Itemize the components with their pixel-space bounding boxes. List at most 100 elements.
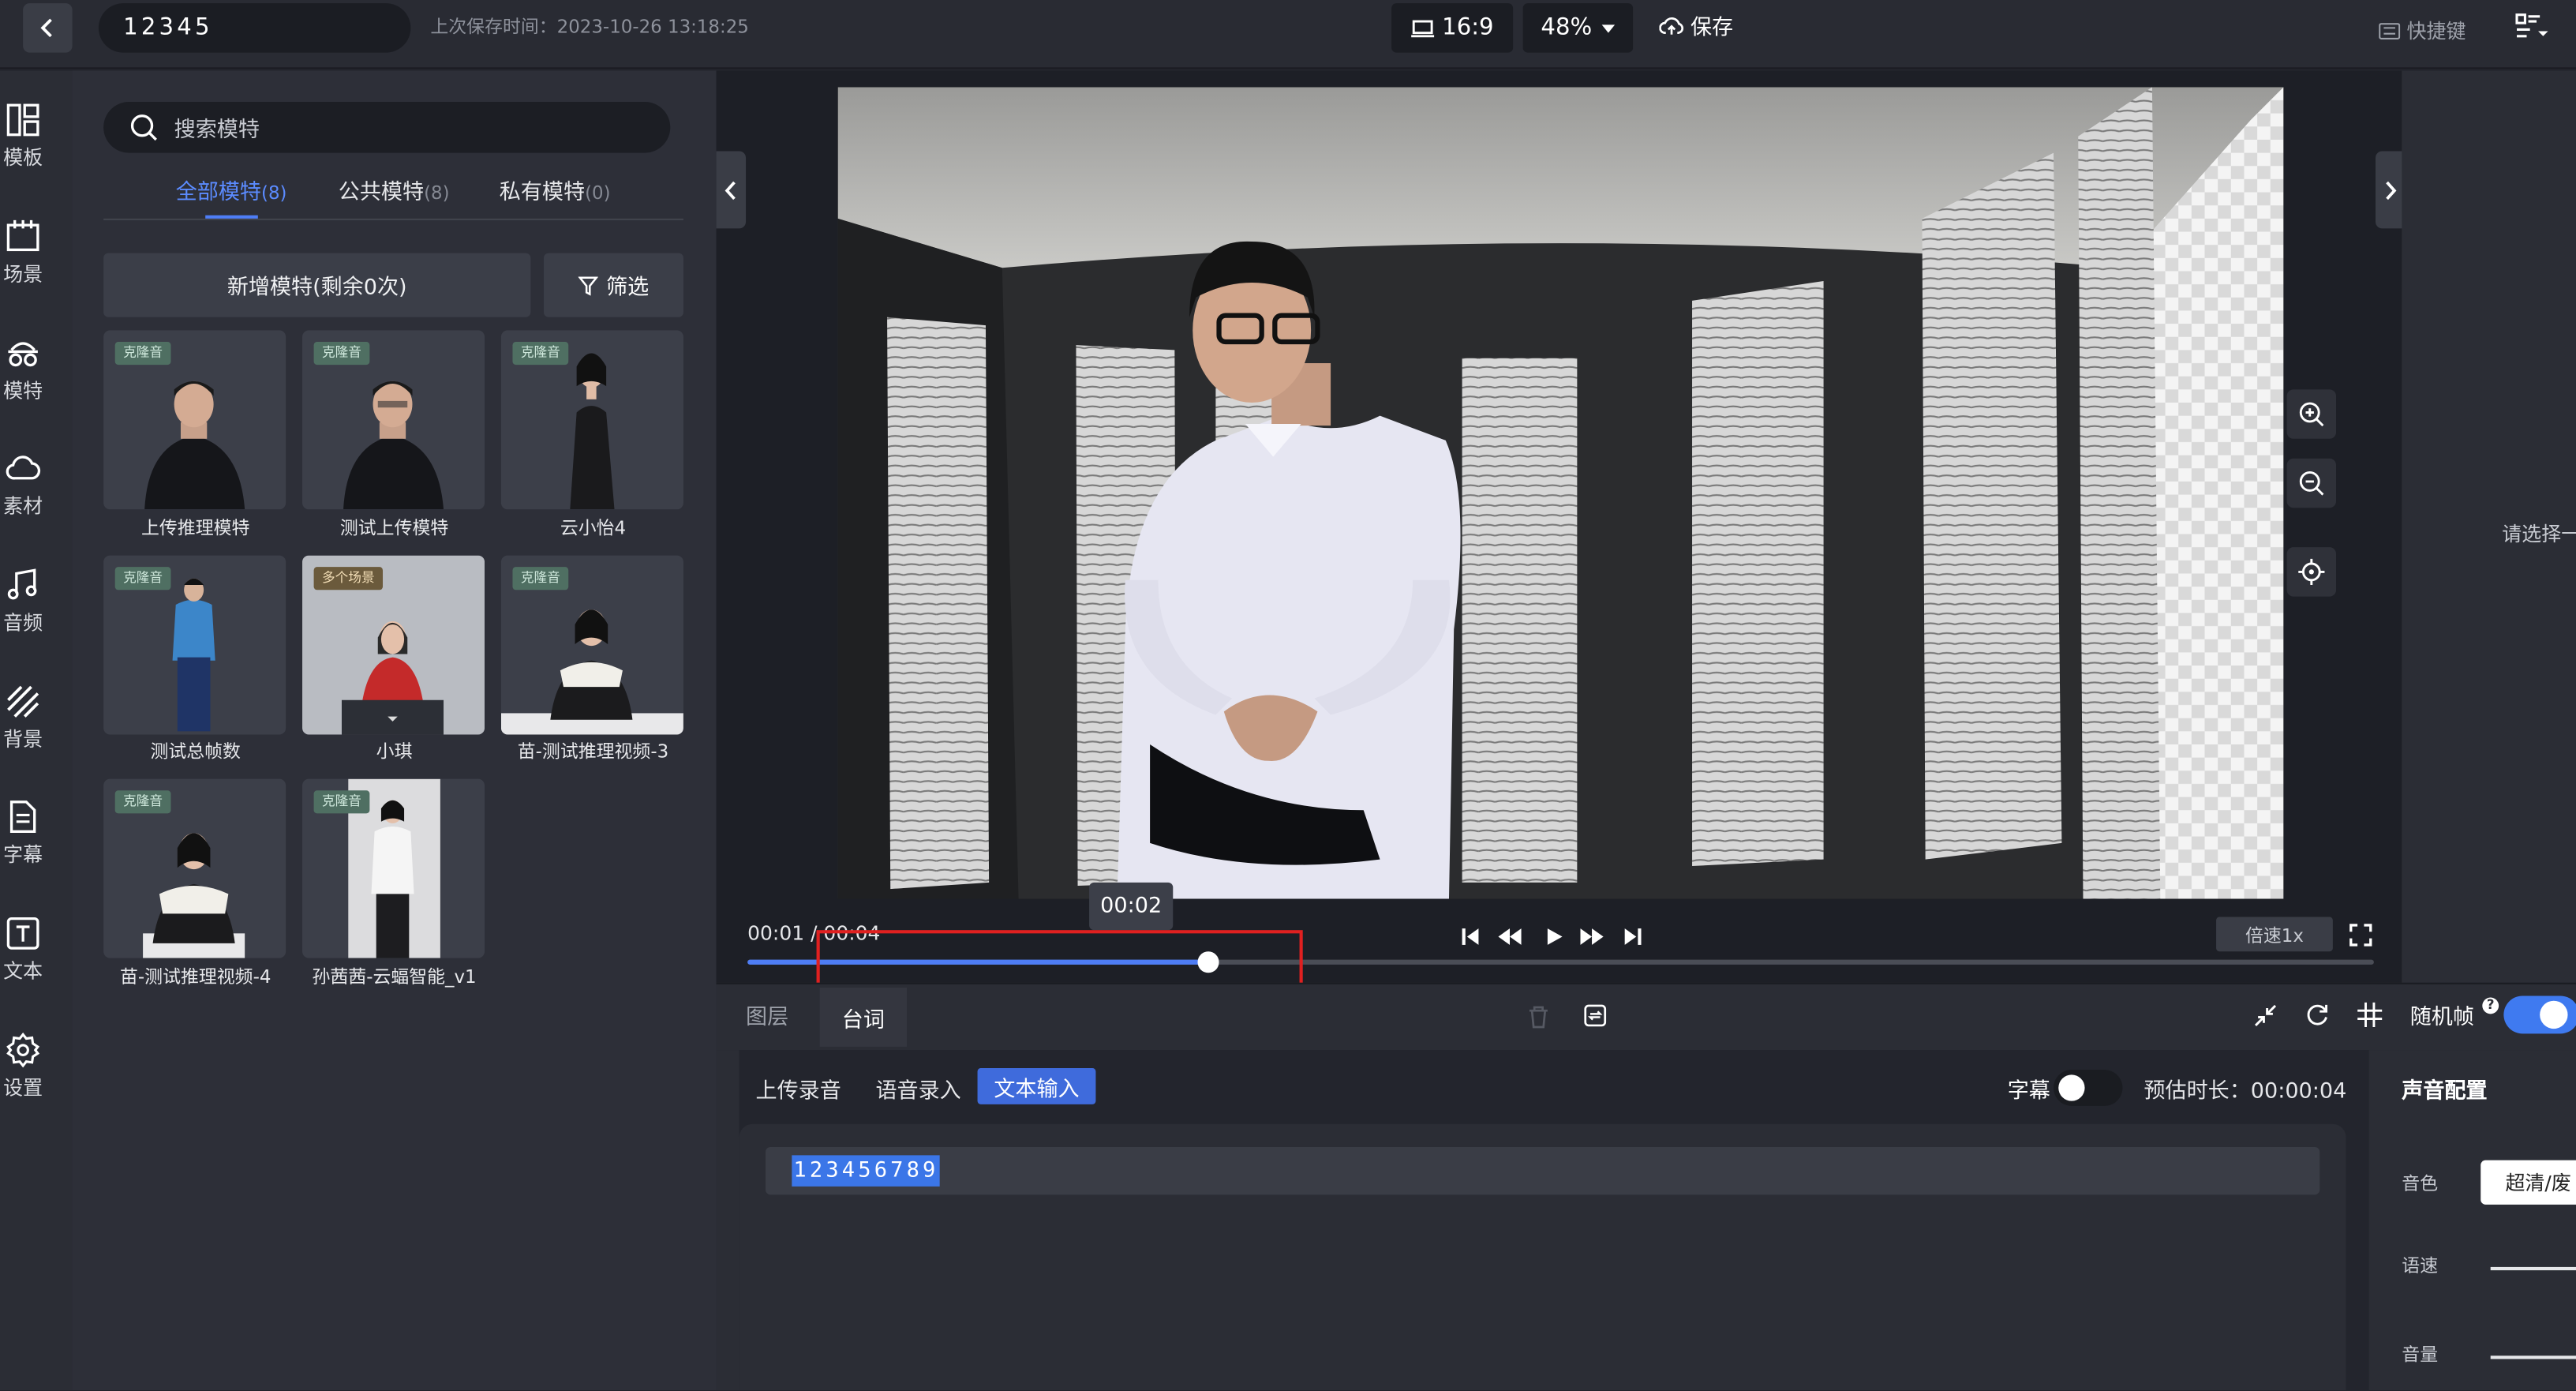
chevron-left-icon xyxy=(724,180,736,200)
refresh-button[interactable] xyxy=(2305,1003,2329,1034)
add-model-button[interactable]: 新增模特(剩余0次) xyxy=(103,253,531,317)
rail-label: 音频 xyxy=(3,611,43,635)
rail-label: 背景 xyxy=(3,728,43,752)
skip-start-button[interactable] xyxy=(1461,922,1481,954)
template-icon xyxy=(6,103,39,137)
collapse-right-button[interactable] xyxy=(2375,151,2406,229)
model-card[interactable]: 多个场景 xyxy=(302,555,485,735)
volume-slider[interactable] xyxy=(2490,1355,2576,1359)
skip-end-icon xyxy=(1624,928,1642,945)
zoom-out-button[interactable] xyxy=(2286,458,2337,508)
rail-item-material[interactable]: 素材 xyxy=(0,450,46,519)
rail-item-background[interactable]: 背景 xyxy=(0,684,46,752)
filter-label: 筛选 xyxy=(606,276,650,301)
zoom-select[interactable]: 48% xyxy=(1522,3,1634,53)
trash-icon xyxy=(1529,1006,1548,1029)
tab-label: 公共模特 xyxy=(338,180,425,206)
rail-label: 场景 xyxy=(3,263,43,287)
rail-item-model[interactable]: 模特 xyxy=(0,336,46,404)
last-saved-time: 上次保存时间：2023-10-26 13:18:25 xyxy=(430,16,749,38)
model-name: 苗-测试推理视频-3 xyxy=(517,740,669,763)
fullscreen-button[interactable] xyxy=(2349,922,2372,954)
tab-public-models[interactable]: 公共模特(8) xyxy=(338,174,450,206)
model-badge: 克隆音 xyxy=(313,790,370,814)
rail-item-settings[interactable]: 设置 xyxy=(0,1032,46,1100)
project-name[interactable]: 12345 xyxy=(98,3,411,53)
tab-all-models[interactable]: 全部模特(8) xyxy=(176,174,287,205)
model-name: 小琪 xyxy=(376,740,413,763)
play-button[interactable] xyxy=(1544,922,1564,954)
rail-label: 模板 xyxy=(3,146,43,170)
chevron-right-icon xyxy=(2386,180,2397,200)
model-card[interactable]: 克隆音 xyxy=(500,330,683,510)
model-card[interactable]: 克隆音 xyxy=(302,778,485,958)
speed-slider[interactable] xyxy=(2490,1266,2576,1271)
subtitle-icon xyxy=(9,800,36,833)
tab-count: (8) xyxy=(424,182,450,204)
zoom-in-button[interactable] xyxy=(2286,389,2337,439)
fast-forward-button[interactable] xyxy=(1578,922,1604,954)
tab-lines[interactable]: 台词 xyxy=(819,988,908,1047)
grid-button[interactable] xyxy=(2357,1002,2383,1034)
model-badge: 克隆音 xyxy=(512,567,569,591)
rail-item-text[interactable]: 文本 xyxy=(0,915,46,984)
model-card[interactable]: 克隆音 xyxy=(302,330,485,510)
filter-button[interactable]: 筛选 xyxy=(544,253,683,317)
delete-button[interactable] xyxy=(1528,1004,1549,1036)
model-badge: 克隆音 xyxy=(512,341,569,366)
tab-private-models[interactable]: 私有模特(0) xyxy=(499,174,611,206)
back-button[interactable] xyxy=(23,3,73,53)
rail-label: 设置 xyxy=(3,1076,43,1100)
playback-speed-button[interactable]: 倍速1x xyxy=(2216,917,2333,952)
tab-divider xyxy=(103,218,683,220)
rail-item-template[interactable]: 模板 xyxy=(0,102,46,171)
rail-item-audio[interactable]: 音频 xyxy=(0,567,46,636)
hover-time-tooltip: 00:02 xyxy=(1089,882,1174,931)
rewind-button[interactable] xyxy=(1496,922,1522,954)
script-text-input[interactable] xyxy=(766,1146,2320,1195)
search-placeholder: 搜索模特 xyxy=(174,118,260,144)
model-card[interactable]: 克隆音 xyxy=(103,330,286,510)
rail-item-scene[interactable]: 场景 xyxy=(0,219,46,287)
subtitle-toggle-knob xyxy=(2058,1074,2085,1101)
audio-icon xyxy=(7,568,37,600)
keyboard-icon xyxy=(2379,22,2401,39)
tab-label: 私有模特 xyxy=(499,180,586,206)
tab-layers[interactable]: 图层 xyxy=(746,999,788,1030)
locate-button[interactable] xyxy=(2286,547,2337,597)
shortcut-button[interactable]: 快捷键 xyxy=(2379,17,2466,44)
help-icon[interactable]: ? xyxy=(2482,997,2499,1014)
video-preview[interactable] xyxy=(837,87,2284,899)
upload-recording-tab[interactable]: 上传录音 xyxy=(756,1073,841,1104)
model-card[interactable]: 克隆音 xyxy=(500,555,683,735)
script-text[interactable]: 123456789 xyxy=(792,1155,941,1187)
monitor-icon xyxy=(1410,19,1434,37)
model-badge: 克隆音 xyxy=(114,567,171,591)
caret-down-icon xyxy=(1601,24,1616,32)
save-button[interactable]: 保存 xyxy=(1659,9,1733,41)
voice-input-tab[interactable]: 语音录入 xyxy=(875,1073,960,1104)
zoom-out-icon xyxy=(2299,471,2324,496)
zoom-in-icon xyxy=(2299,402,2324,427)
cloud-upload-icon xyxy=(1659,17,1684,35)
model-card[interactable]: 克隆音 xyxy=(103,778,286,958)
shrink-button[interactable] xyxy=(2254,1003,2277,1034)
text-input-tab[interactable]: 文本输入 xyxy=(977,1068,1096,1104)
tab-count: (0) xyxy=(585,182,611,204)
aspect-ratio-button[interactable]: 16:9 xyxy=(1391,3,1514,53)
tab-count: (8) xyxy=(261,182,287,204)
layout-menu-icon[interactable] xyxy=(2514,9,2550,49)
image-replace-icon xyxy=(1584,1004,1607,1027)
skip-end-button[interactable] xyxy=(1623,922,1643,954)
search-input[interactable]: 搜索模特 xyxy=(103,102,671,153)
presenter-scene xyxy=(837,87,2284,899)
model-card[interactable]: 克隆音 xyxy=(103,555,286,735)
speed-label: 语速 xyxy=(2402,1255,2439,1277)
timbre-select[interactable]: 超清/废 xyxy=(2481,1160,2576,1205)
collapse-left-button[interactable] xyxy=(716,151,747,229)
rail-item-subtitle[interactable]: 字幕 xyxy=(0,799,46,868)
zoom-value: 48% xyxy=(1541,14,1593,42)
bottom-left-strip xyxy=(716,1050,739,1391)
replace-button[interactable] xyxy=(1584,1003,1607,1034)
skip-start-icon xyxy=(1462,928,1479,945)
